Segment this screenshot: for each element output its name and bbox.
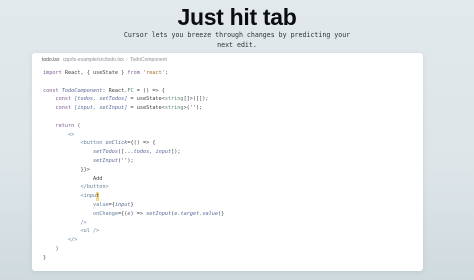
code-token: ul — [83, 228, 93, 235]
code-token: < — [43, 193, 84, 200]
code-token: return — [43, 122, 78, 129]
code-token: button — [83, 140, 106, 147]
code-token: [input, setInput] — [74, 105, 128, 112]
code-token: [todos, setTodos] — [74, 96, 128, 103]
code-token: from — [127, 70, 143, 76]
code-line[interactable]: <button onClick={() => { — [43, 139, 224, 148]
code-token: string — [164, 96, 184, 103]
code-token: const — [43, 105, 75, 112]
code-token: (''); — [117, 157, 134, 164]
code-token: []>([]); — [183, 96, 209, 103]
code-line[interactable]: </> — [43, 236, 224, 245]
code-line[interactable]: value={input} — [43, 201, 224, 210]
code-token: ; — [164, 70, 168, 76]
breadcrumb-path[interactable]: cpp/tx-example/src/todo.tsx — [63, 57, 124, 63]
code-token: : React. — [102, 87, 128, 94]
code-line[interactable]: <input — [43, 192, 224, 201]
code-token: </ — [43, 184, 87, 191]
breadcrumb-file[interactable]: todo.tsx — [42, 57, 60, 63]
code-line[interactable] — [43, 113, 224, 122]
code-token: inpu — [83, 193, 97, 200]
code-line[interactable]: /> — [43, 219, 224, 228]
code-token: ([... — [117, 149, 134, 156]
code-token: value — [43, 201, 109, 208]
code-line[interactable]: import React, { useState } from 'react'; — [43, 69, 224, 78]
code-token: onClick — [105, 140, 128, 147]
code-line[interactable]: onChange={(e) => setInput(e.target.value… — [43, 210, 224, 219]
code-token: React, { useState } — [64, 70, 128, 76]
code-line[interactable] — [43, 78, 224, 87]
code-token: TodoComponent — [61, 87, 103, 94]
code-token: e.target.value — [174, 210, 218, 217]
code-line[interactable]: const [input, setInput] = useState<strin… — [43, 104, 224, 113]
code-token: ]); — [171, 149, 181, 156]
code-token: } — [43, 254, 47, 261]
code-line[interactable]: Add — [43, 175, 224, 184]
code-token: ) — [43, 245, 59, 252]
code-token: </> — [43, 237, 78, 244]
code-token: onChange — [43, 210, 118, 217]
code-token: setTodos — [43, 149, 118, 156]
code-token: ) => — [130, 210, 147, 217]
code-token: = useState< — [127, 96, 165, 103]
code-line[interactable]: const TodoComponent: React.FC = () => { — [43, 87, 224, 96]
code-token: ={() => { — [127, 140, 156, 147]
hero-subtitle: Cursor lets you breeze through changes b… — [123, 31, 351, 49]
code-editor[interactable]: todo.tsx cpp/tx-example/src/todo.tsx › T… — [32, 53, 423, 271]
code-line[interactable]: return ( — [43, 122, 224, 131]
breadcrumb-symbol[interactable]: TodoComponent — [130, 57, 167, 63]
code-token: } — [130, 201, 134, 208]
breadcrumb-separator: › — [126, 57, 128, 63]
code-token: import — [43, 70, 65, 76]
cursor-suggestion: t — [96, 192, 100, 201]
code-line[interactable]: <> — [43, 131, 224, 140]
code-token: const — [43, 87, 62, 94]
code-token: ( — [77, 122, 81, 129]
hero-title: Just hit tab — [177, 4, 297, 30]
code-token: ={( — [117, 210, 128, 217]
code-token: button — [86, 184, 106, 191]
code-token: input — [114, 201, 131, 208]
code-line[interactable]: </button> — [43, 183, 224, 192]
editor-breadcrumb: todo.tsx cpp/tx-example/src/todo.tsx › T… — [42, 57, 167, 64]
code-token: setInput — [146, 210, 172, 217]
code-token: < — [43, 140, 84, 147]
code-line[interactable]: }}> — [43, 166, 224, 175]
code-line[interactable]: const [todos, setTodos] = useState<strin… — [43, 95, 224, 104]
code-token: setInput — [43, 157, 118, 164]
code-token: = useState< — [127, 105, 165, 112]
code-token: const — [43, 96, 75, 103]
code-line[interactable]: } — [43, 254, 224, 263]
code-token: /> — [92, 228, 100, 235]
code-token: 'react' — [142, 70, 165, 76]
code-token: string — [164, 105, 184, 112]
code-line[interactable]: setTodos([...todos, input]); — [43, 148, 224, 157]
code-token: Add — [43, 175, 103, 182]
code-token: >(''); — [183, 105, 203, 112]
code-token: )} — [217, 210, 225, 217]
code-line[interactable]: ) — [43, 245, 224, 254]
code-line[interactable]: <ul /> — [43, 227, 224, 236]
code-token: todos, input — [133, 149, 172, 156]
code-token: = () => { — [133, 87, 165, 94]
code-token: <> — [43, 131, 75, 138]
code-token: }}> — [43, 166, 90, 173]
code-line[interactable]: setInput(''); — [43, 157, 224, 166]
code-content[interactable]: import React, { useState } from 'react';… — [43, 69, 224, 263]
code-token: < — [43, 228, 84, 235]
code-token: /> — [43, 219, 87, 226]
code-token: > — [105, 184, 109, 191]
